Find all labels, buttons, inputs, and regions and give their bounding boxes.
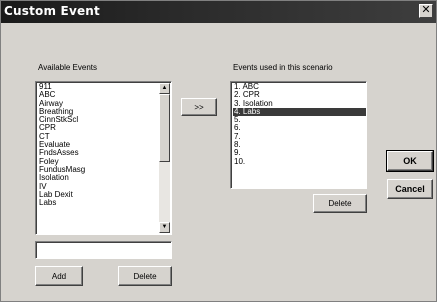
scenario-event-item[interactable]: 8.	[233, 140, 366, 149]
available-event-item[interactable]: CPR	[38, 124, 171, 133]
scroll-up-button[interactable]: ▲	[159, 83, 170, 94]
available-event-item[interactable]: CinnStkScl	[38, 115, 171, 124]
add-button[interactable]: Add	[35, 266, 83, 286]
available-event-item[interactable]: Isolation	[38, 173, 171, 182]
available-events-items: 911 ABC Airway Breathing CinnStkScl CPR CT Eval…	[36, 82, 171, 207]
close-button[interactable]: ✕	[419, 4, 433, 18]
scenario-event-item[interactable]: 10.	[233, 157, 366, 166]
down-arrow-icon: ▼	[161, 224, 168, 230]
close-icon: ✕	[421, 4, 431, 16]
scenario-event-item[interactable]: 5.	[233, 115, 366, 124]
available-events-list[interactable]: 911 ABC Airway Breathing CinnStkScl CPR CT Eval…	[35, 81, 172, 235]
scenario-events-list[interactable]: 1. ABC 2. CPR 3. Isolation 4. Labs 5. 6. 7. 8. 9…	[230, 81, 367, 189]
title-bar[interactable]: Custom Event ✕	[1, 1, 436, 23]
available-event-item[interactable]: Labs	[38, 198, 171, 207]
scenario-events-label: Events used in this scenario	[233, 63, 333, 72]
available-event-item[interactable]: 911	[38, 82, 171, 91]
available-events-label: Available Events	[38, 63, 97, 72]
window-title: Custom Event	[4, 4, 100, 18]
ok-button[interactable]: OK	[386, 150, 434, 172]
available-event-item[interactable]: Lab Dexit	[38, 190, 171, 199]
scenario-event-item[interactable]: 7.	[233, 132, 366, 141]
scenario-delete-button[interactable]: Delete	[313, 194, 367, 213]
cancel-button[interactable]: Cancel	[387, 179, 433, 199]
scenario-event-item[interactable]: 6.	[233, 124, 366, 133]
transfer-button[interactable]: >>	[181, 98, 217, 116]
scroll-thumb[interactable]	[159, 94, 170, 162]
new-event-input[interactable]	[35, 241, 172, 259]
scenario-event-item[interactable]: 9.	[233, 149, 366, 158]
custom-event-dialog: Custom Event ✕ Available Events 911 ABC Ai…	[0, 0, 437, 302]
scenario-event-item[interactable]: 4. Labs	[233, 107, 366, 117]
up-arrow-icon: ▲	[161, 85, 168, 91]
scenario-events-items: 1. ABC 2. CPR 3. Isolation 4. Labs 5. 6. 7. 8. 9…	[231, 82, 366, 166]
available-delete-button[interactable]: Delete	[118, 266, 172, 286]
scroll-down-button[interactable]: ▼	[159, 222, 170, 233]
available-events-scrollbar[interactable]: ▲ ▼	[159, 83, 170, 233]
